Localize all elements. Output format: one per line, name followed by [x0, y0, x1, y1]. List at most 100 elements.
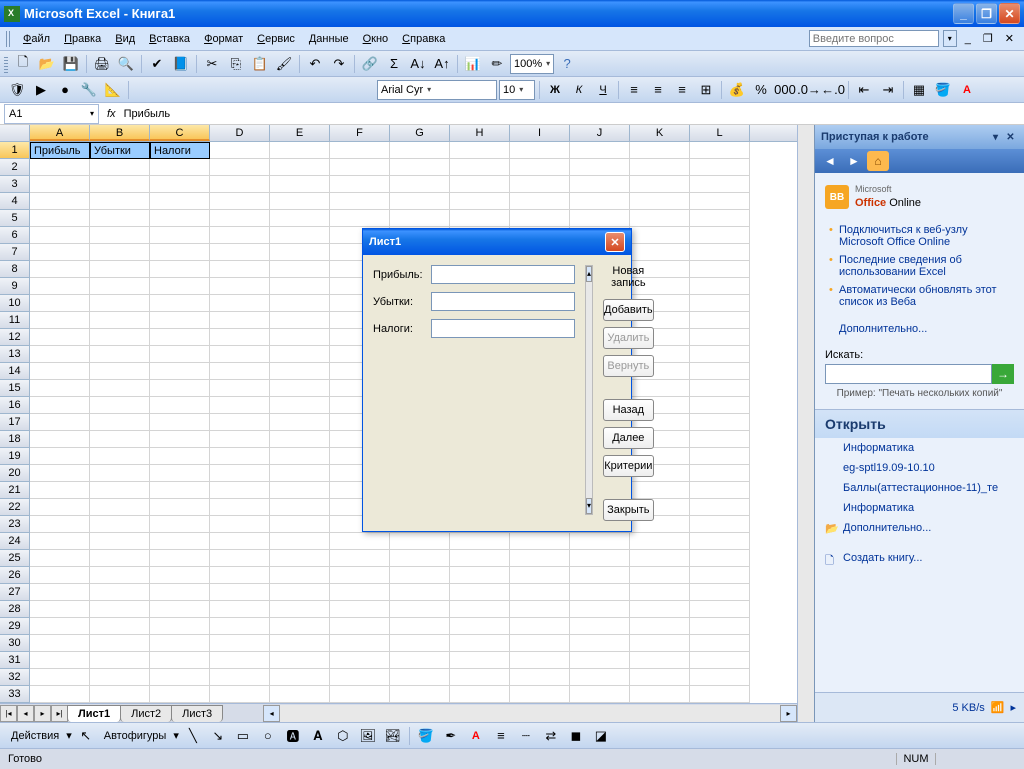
cell[interactable]: [270, 465, 330, 482]
row-header[interactable]: 8: [0, 261, 30, 278]
undo-button[interactable]: ↶: [304, 53, 326, 75]
cell[interactable]: [270, 346, 330, 363]
cell[interactable]: [30, 499, 90, 516]
cell[interactable]: [30, 346, 90, 363]
row-header[interactable]: 13: [0, 346, 30, 363]
cell[interactable]: [270, 210, 330, 227]
cell[interactable]: [270, 380, 330, 397]
zoom-select[interactable]: 100%▾: [510, 54, 554, 74]
cell[interactable]: [210, 278, 270, 295]
cell[interactable]: [30, 329, 90, 346]
cell[interactable]: [90, 618, 150, 635]
copy-button[interactable]: ⎘: [225, 53, 247, 75]
cell[interactable]: [330, 669, 390, 686]
row-header[interactable]: 26: [0, 567, 30, 584]
cell[interactable]: [270, 448, 330, 465]
cell[interactable]: [150, 176, 210, 193]
row-header[interactable]: 23: [0, 516, 30, 533]
cell[interactable]: [330, 686, 390, 703]
cell[interactable]: [630, 193, 690, 210]
column-header-I[interactable]: I: [510, 125, 570, 141]
online-link[interactable]: Подключиться к веб-узлу Microsoft Office…: [825, 221, 1014, 251]
cell[interactable]: [270, 618, 330, 635]
cell[interactable]: [210, 159, 270, 176]
cell[interactable]: [570, 618, 630, 635]
help-search-input[interactable]: [809, 30, 939, 47]
cell[interactable]: [690, 431, 750, 448]
row-header[interactable]: 20: [0, 465, 30, 482]
cell[interactable]: [150, 584, 210, 601]
rectangle-button[interactable]: ▭: [232, 725, 254, 747]
cell[interactable]: [210, 635, 270, 652]
cell[interactable]: [150, 159, 210, 176]
cell[interactable]: [570, 601, 630, 618]
dialog-scrollbar[interactable]: ▴▾: [585, 265, 593, 515]
cell[interactable]: [450, 159, 510, 176]
cell[interactable]: [450, 193, 510, 210]
cell[interactable]: [90, 431, 150, 448]
delete-button[interactable]: Удалить: [603, 327, 654, 349]
taskpane-menu-button[interactable]: ▾: [988, 130, 1003, 145]
toolbar-grip[interactable]: [4, 55, 8, 73]
more-link[interactable]: Дополнительно...: [825, 323, 1014, 335]
cell[interactable]: [450, 601, 510, 618]
menu-справка[interactable]: Справка: [395, 30, 452, 48]
cell[interactable]: [450, 210, 510, 227]
3d-button[interactable]: ◪: [590, 725, 612, 747]
column-header-B[interactable]: B: [90, 125, 150, 141]
security-button[interactable]: 🛡: [6, 79, 28, 101]
online-link[interactable]: Автоматически обновлять этот список из В…: [825, 281, 1014, 311]
autoshapes-menu[interactable]: Автофигуры: [100, 730, 171, 742]
cell[interactable]: [30, 584, 90, 601]
cell[interactable]: [630, 601, 690, 618]
cell[interactable]: [690, 567, 750, 584]
column-header-A[interactable]: A: [30, 125, 90, 141]
cell[interactable]: [570, 193, 630, 210]
row-header[interactable]: 12: [0, 329, 30, 346]
cell[interactable]: [630, 244, 690, 261]
font-size-select[interactable]: 10▾: [499, 80, 535, 100]
cell[interactable]: [270, 550, 330, 567]
cell[interactable]: [270, 159, 330, 176]
revert-button[interactable]: Вернуть: [603, 355, 654, 377]
cell[interactable]: [330, 567, 390, 584]
cell[interactable]: [210, 465, 270, 482]
cell[interactable]: [30, 159, 90, 176]
cell[interactable]: [630, 227, 690, 244]
cell[interactable]: [690, 227, 750, 244]
cell[interactable]: [30, 380, 90, 397]
cell[interactable]: [210, 567, 270, 584]
save-button[interactable]: 💾: [60, 53, 82, 75]
sort-asc-button[interactable]: A↓: [407, 53, 429, 75]
recent-file-link[interactable]: eg-sptl19.09-10.10: [825, 458, 1014, 478]
cell[interactable]: [510, 142, 570, 159]
line-style-button[interactable]: ≡: [490, 725, 512, 747]
new-button[interactable]: 🗋: [12, 53, 34, 75]
cell[interactable]: [210, 652, 270, 669]
taskpane-close-button[interactable]: ✕: [1003, 130, 1018, 145]
cell[interactable]: [510, 159, 570, 176]
cell[interactable]: [150, 193, 210, 210]
dec-decimal-button[interactable]: ←.0: [822, 79, 844, 101]
cell[interactable]: [30, 465, 90, 482]
fx-icon[interactable]: fx: [99, 108, 124, 120]
cell[interactable]: [210, 380, 270, 397]
cell[interactable]: [690, 329, 750, 346]
cell[interactable]: [150, 261, 210, 278]
cell[interactable]: [90, 227, 150, 244]
cell[interactable]: [150, 448, 210, 465]
cell[interactable]: [210, 244, 270, 261]
menu-окно[interactable]: Окно: [356, 30, 396, 48]
cell[interactable]: [150, 465, 210, 482]
arrow-style-button[interactable]: ⇄: [540, 725, 562, 747]
row-header[interactable]: 7: [0, 244, 30, 261]
cell[interactable]: [390, 176, 450, 193]
cell[interactable]: [690, 159, 750, 176]
cell[interactable]: [210, 295, 270, 312]
cell[interactable]: [510, 584, 570, 601]
cell[interactable]: [150, 312, 210, 329]
cell[interactable]: [30, 210, 90, 227]
cell[interactable]: [90, 278, 150, 295]
recent-file-link[interactable]: Информатика: [825, 438, 1014, 458]
cell[interactable]: [690, 312, 750, 329]
